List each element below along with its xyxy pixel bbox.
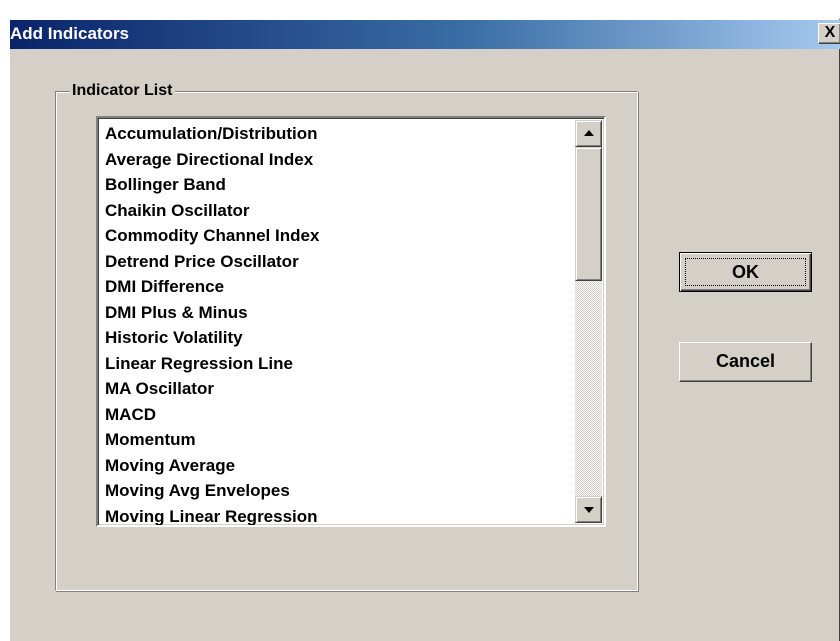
list-item[interactable]: Moving Average bbox=[105, 454, 565, 480]
scroll-thumb[interactable] bbox=[575, 147, 602, 281]
list-item[interactable]: Historic Volatility bbox=[105, 326, 565, 352]
title-bar[interactable]: Add Indicators X bbox=[10, 20, 840, 49]
scroll-down-button[interactable] bbox=[575, 496, 602, 523]
list-item[interactable]: Accumulation/Distribution bbox=[105, 122, 565, 148]
list-item[interactable]: Momentum bbox=[105, 428, 565, 454]
list-item[interactable]: MACD bbox=[105, 403, 565, 429]
indicator-list-items: Accumulation/Distribution Average Directi… bbox=[105, 122, 565, 526]
list-item[interactable]: Moving Linear Regression bbox=[105, 505, 565, 526]
ok-button[interactable]: OK bbox=[679, 252, 812, 292]
list-item[interactable]: Moving Avg Envelopes bbox=[105, 479, 565, 505]
list-item[interactable]: Average Directional Index bbox=[105, 148, 565, 174]
indicator-list-label: Indicator List bbox=[70, 81, 176, 100]
list-item[interactable]: Linear Regression Line bbox=[105, 352, 565, 378]
window-title: Add Indicators bbox=[10, 24, 130, 43]
indicator-listbox[interactable]: Accumulation/Distribution Average Directi… bbox=[96, 116, 606, 527]
list-item[interactable]: MA Oscillator bbox=[105, 377, 565, 403]
vertical-scrollbar[interactable] bbox=[575, 120, 602, 523]
list-item[interactable]: DMI Difference bbox=[105, 275, 565, 301]
arrow-up-icon bbox=[584, 130, 594, 136]
list-item[interactable]: Commodity Channel Index bbox=[105, 224, 565, 250]
ok-button-label: OK bbox=[685, 258, 806, 286]
cancel-button[interactable]: Cancel bbox=[679, 342, 812, 382]
add-indicators-dialog: Add Indicators X Indicator List Accumula… bbox=[8, 18, 840, 641]
list-item[interactable]: Bollinger Band bbox=[105, 173, 565, 199]
close-icon: X bbox=[824, 24, 836, 41]
scroll-up-button[interactable] bbox=[575, 120, 602, 147]
arrow-down-icon bbox=[584, 507, 594, 513]
list-item[interactable]: Chaikin Oscillator bbox=[105, 199, 565, 225]
close-button[interactable]: X bbox=[818, 23, 840, 44]
list-item[interactable]: Detrend Price Oscillator bbox=[105, 250, 565, 276]
list-item[interactable]: DMI Plus & Minus bbox=[105, 301, 565, 327]
